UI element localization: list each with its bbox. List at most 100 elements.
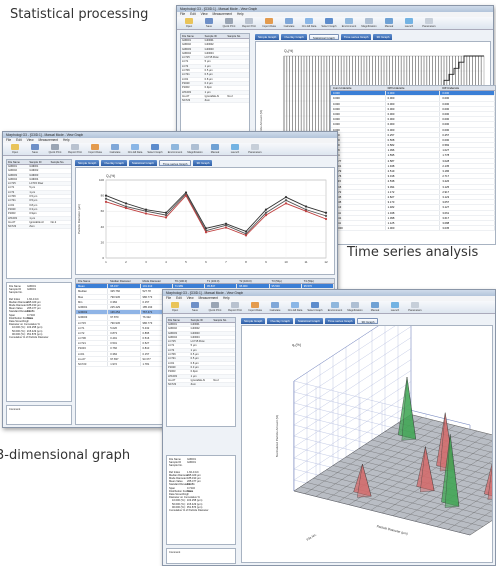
circ-ell-button[interactable]: Circ-Ell Data <box>286 302 304 312</box>
tab-statistical-graph[interactable]: Statistical Graph <box>308 34 339 40</box>
menu-measurement[interactable]: Measurement <box>199 296 219 301</box>
parameters-button[interactable]: Parameters <box>246 144 264 154</box>
cell <box>212 344 235 347</box>
launch-button[interactable]: Launch <box>386 302 404 312</box>
menu-help[interactable]: Help <box>63 138 70 143</box>
menu-view[interactable]: View <box>201 12 208 17</box>
tab-simple-graph[interactable]: Simple Graph <box>75 160 100 166</box>
cell: 0.000 <box>331 111 386 117</box>
tab-3d-graph[interactable]: 3D Graph <box>193 160 213 166</box>
cell <box>212 327 235 330</box>
cell: G3ID01 <box>190 323 200 326</box>
menu-measurement[interactable]: Measurement <box>213 12 233 17</box>
cell: G3ID01 <box>204 39 214 42</box>
menu-edit[interactable]: Edit <box>176 296 182 301</box>
manual-button[interactable]: Manual <box>366 302 384 312</box>
menu-help[interactable]: Help <box>237 12 244 17</box>
cell <box>212 332 235 335</box>
menu-measurement[interactable]: Measurement <box>39 138 59 143</box>
menu-edit[interactable]: Edit <box>16 138 22 143</box>
tab-statistical-graph[interactable]: Statistical Graph <box>294 318 323 324</box>
magnification-button[interactable]: Magnification <box>346 302 364 312</box>
table-row[interactable]: 100.0001.0003.035 <box>331 226 495 232</box>
environment-button[interactable]: Environment <box>340 18 358 28</box>
import-data-button[interactable]: Import Data <box>86 144 104 154</box>
launch-button[interactable]: Launch <box>400 18 418 28</box>
report-print-button[interactable]: Report Print <box>226 302 244 312</box>
select-graph-button[interactable]: Select Graph <box>306 302 324 312</box>
quick-print-button[interactable]: Quick Print <box>206 302 224 312</box>
import-data-button[interactable]: Import Data <box>260 18 278 28</box>
manual-button[interactable]: Manual <box>206 144 224 154</box>
cell: 0.000 <box>331 96 386 101</box>
tab-3d-graph[interactable]: 3D Graph <box>373 34 393 40</box>
magnification-button[interactable]: Magnification <box>186 144 204 154</box>
comment-box-3[interactable]: Comment <box>166 548 236 564</box>
file-list-item[interactable]: NC723 Zum <box>167 383 235 388</box>
menu-view[interactable]: View <box>27 138 34 143</box>
menu-edit[interactable]: Edit <box>190 12 196 17</box>
report-print-button[interactable]: Report Print <box>240 18 258 28</box>
tab-overlay-graph[interactable]: Overlay Graph <box>281 34 307 40</box>
tab-simple-graph[interactable]: Simple Graph <box>241 318 266 324</box>
file-list-item[interactable]: NC723 Zum <box>7 225 71 230</box>
save-button[interactable]: Save <box>186 302 204 312</box>
tab-time-series-graph[interactable]: Time series Graph <box>158 160 192 166</box>
comment-box[interactable]: Comment <box>6 405 72 425</box>
tab-overlay-graph[interactable]: Overlay Graph <box>267 318 293 324</box>
graph-tabs-2: Simple Graph Overlay Graph Statistical G… <box>75 160 213 166</box>
cell: LC721 <box>168 357 176 361</box>
tab-statistical-graph[interactable]: Statistical Graph <box>128 160 157 166</box>
tab-simple-graph[interactable]: Simple Graph <box>255 34 280 40</box>
menu-file[interactable]: File <box>166 296 171 301</box>
open-button[interactable]: Open <box>6 144 24 154</box>
open-button[interactable]: Open <box>180 18 198 28</box>
save-button[interactable]: Save <box>200 18 218 28</box>
menu-file[interactable]: File <box>180 12 185 17</box>
tab-overlay-graph[interactable]: Overlay Graph <box>101 160 127 166</box>
menu-help[interactable]: Help <box>223 296 230 301</box>
cell <box>50 199 71 202</box>
tab-time-series-graph[interactable]: Time series Graph <box>324 318 356 324</box>
launch-button[interactable]: Launch <box>226 144 244 154</box>
select-graph-button[interactable]: Select Graph <box>320 18 338 28</box>
open-button[interactable]: Open <box>166 302 184 312</box>
import-data-button[interactable]: Import Data <box>246 302 264 312</box>
report-print-button[interactable]: Report Print <box>66 144 84 154</box>
save-button[interactable]: Save <box>26 144 44 154</box>
menu-file[interactable]: File <box>6 138 11 143</box>
manual-button[interactable]: Manual <box>380 18 398 28</box>
cell: 3.018 <box>386 174 441 179</box>
cell: 0.000 <box>440 91 495 96</box>
parameters-icon <box>411 302 419 308</box>
calculate-button[interactable]: Calculate <box>280 18 298 28</box>
data-point <box>284 202 288 205</box>
cell <box>50 225 71 228</box>
calculate-button[interactable]: Calculate <box>266 302 284 312</box>
cell: 3.061 <box>440 210 495 215</box>
cell: 0.000 <box>440 137 495 143</box>
tab-3d-graph[interactable]: 3D Graph <box>357 318 379 324</box>
cell: 0.8 μm <box>190 361 199 365</box>
file-list-rows-2: G3ID01 G3ID01 G3ID02 G3ID02 G3ID03 G3ID03 G3ID… <box>7 165 71 230</box>
calculate-button[interactable]: Calculate <box>106 144 124 154</box>
circ-ell-button[interactable]: Circ-Ell Data <box>126 144 144 154</box>
tab-time-series-graph[interactable]: Time series Graph <box>340 34 372 40</box>
cell: 2.827 <box>386 194 441 200</box>
cell: ino-07 <box>76 356 109 361</box>
environment-button[interactable]: Environment <box>326 302 344 312</box>
menu-view[interactable]: View <box>187 296 194 301</box>
file-list-item[interactable]: NC723 Zum <box>181 99 249 104</box>
cell: Ino-07 <box>182 94 190 98</box>
circ-ell-button[interactable]: Circ-Ell Data <box>300 18 318 28</box>
parameters-button[interactable]: Parameters <box>420 18 438 28</box>
cell: 0.000 <box>440 117 495 122</box>
manual-icon <box>385 18 393 24</box>
parameters-button[interactable]: Parameters <box>406 302 424 312</box>
select-graph-button[interactable]: Select Graph <box>146 144 164 154</box>
environment-button[interactable]: Environment <box>166 144 184 154</box>
magnification-button[interactable]: Magnification <box>360 18 378 28</box>
quick-print-button[interactable]: Quick Print <box>46 144 64 154</box>
sample-info-panel: File Name G3ID01 Sample ID G3ID01 Sample N… <box>6 282 72 402</box>
quick-print-button[interactable]: Quick Print <box>220 18 238 28</box>
